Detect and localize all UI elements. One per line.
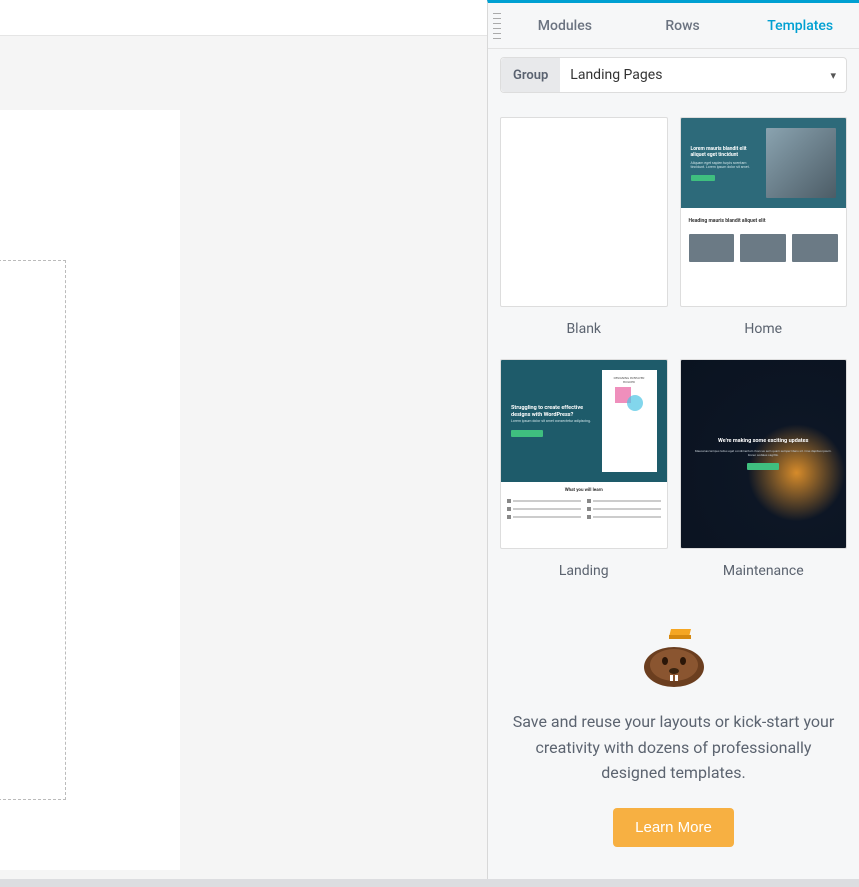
thumb-text: What you will learn <box>507 488 661 493</box>
promo-block: Save and reuse your layouts or kick-star… <box>488 595 859 887</box>
template-home[interactable]: Lorem mauris blandit elit aliquet eget t… <box>680 117 848 337</box>
footer-strip <box>0 879 859 887</box>
canvas: ! <box>0 110 180 870</box>
group-dropdown[interactable]: Landing Pages ▾ <box>560 58 846 92</box>
template-blank[interactable]: Blank <box>500 117 668 337</box>
template-landing[interactable]: Struggling to create effective designs w… <box>500 359 668 579</box>
learn-more-button[interactable]: Learn More <box>613 808 734 847</box>
panel-tabs: Modules Rows Templates <box>488 3 859 49</box>
tab-templates[interactable]: Templates <box>741 4 859 48</box>
thumb-image <box>792 234 838 262</box>
thumb-book: DESIGNING IN BEAVER BUILDER <box>602 370 657 472</box>
templates-grid: Blank Lorem mauris blandit elit aliquet … <box>488 99 859 589</box>
thumb-button <box>511 430 543 437</box>
thumb-text: Struggling to create effective designs w… <box>511 405 594 419</box>
thumb-text: DESIGNING IN BEAVER BUILDER <box>608 376 651 384</box>
template-blank-thumb <box>500 117 668 307</box>
thumb-text: Heading mauris blandit aliquet elit <box>689 218 839 224</box>
template-home-thumb: Lorem mauris blandit elit aliquet eget t… <box>680 117 848 307</box>
beaver-mascot-icon <box>639 625 709 687</box>
group-selector: Group Landing Pages ▾ <box>500 57 847 93</box>
thumb-text: We're making some exciting updates <box>718 438 808 444</box>
drop-zone[interactable]: ! <box>0 260 66 800</box>
thumb-text: Aliquam eget sapien turpis scentam tinci… <box>691 161 761 170</box>
template-landing-thumb: Struggling to create effective designs w… <box>500 359 668 549</box>
template-home-label: Home <box>744 321 782 337</box>
thumb-text: Maecenas tempus tellus eget condimentum … <box>691 450 837 458</box>
tab-modules[interactable]: Modules <box>506 4 624 48</box>
drag-handle-icon[interactable] <box>492 11 502 41</box>
group-label: Group <box>501 58 560 92</box>
thumb-image <box>740 234 786 262</box>
thumb-button <box>691 175 715 181</box>
template-maintenance[interactable]: We're making some exciting updates Maece… <box>680 359 848 579</box>
drop-zone-hint: ! <box>0 522 1 537</box>
thumb-image <box>689 234 735 262</box>
template-landing-label: Landing <box>559 563 609 579</box>
template-blank-label: Blank <box>566 321 601 337</box>
thumb-text: Lorem ipsum dolor sit amet consectetur a… <box>511 419 594 424</box>
side-panel: Modules Rows Templates Group Landing Pag… <box>487 0 859 887</box>
template-maintenance-thumb: We're making some exciting updates Maece… <box>680 359 848 549</box>
thumb-text: Lorem mauris blandit elit aliquet eget t… <box>691 146 761 158</box>
thumb-button <box>747 463 779 470</box>
template-maintenance-label: Maintenance <box>723 563 804 579</box>
thumb-image <box>766 128 836 198</box>
chevron-down-icon: ▾ <box>830 69 836 82</box>
tab-rows[interactable]: Rows <box>624 4 742 48</box>
group-selected-value: Landing Pages <box>570 67 830 83</box>
promo-text: Save and reuse your layouts or kick-star… <box>512 709 835 786</box>
